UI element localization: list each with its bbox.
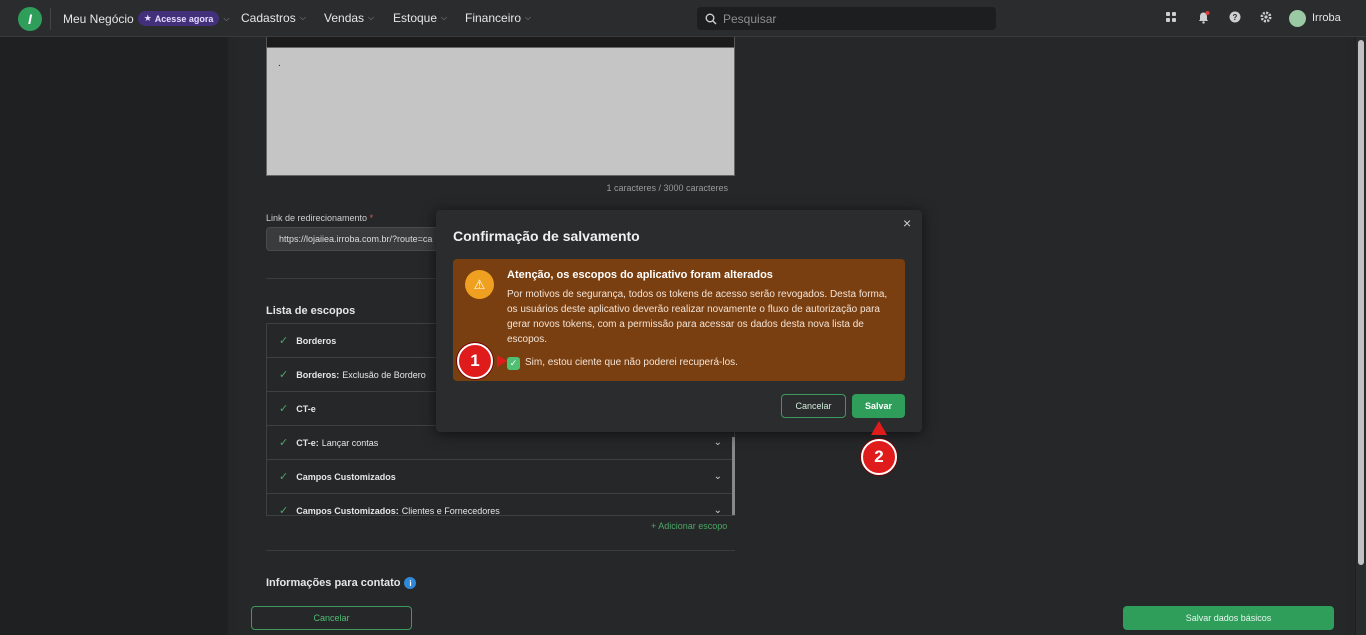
warning-icon: ⚠ (465, 270, 494, 299)
divider (266, 550, 735, 551)
chevron-down-icon[interactable]: ⌄ (714, 505, 722, 515)
topbar-divider (50, 8, 51, 30)
top-navigation-bar: I Meu Negócio ★ Acesse agora ⌵ Cadastros ⌵… (0, 0, 1366, 37)
app-logo[interactable]: I (18, 7, 42, 31)
scope-item[interactable]: ✓ Campos Customizados ⌄ (267, 460, 734, 494)
step-marker-2: 2 (861, 439, 897, 475)
page-scrollbar-thumb[interactable] (1358, 40, 1364, 565)
acknowledge-checkbox[interactable]: ✓ (507, 357, 520, 370)
textarea-value: . (278, 58, 281, 69)
textarea-toolbar (266, 37, 735, 47)
arrow-right-icon (497, 355, 507, 367)
cancel-button[interactable]: Cancelar (251, 606, 412, 630)
search-input[interactable]: Pesquisar (697, 7, 996, 30)
bell-icon[interactable] (1197, 11, 1210, 24)
scopes-title: Lista de escopos (266, 305, 356, 317)
save-basic-data-button[interactable]: Salvar dados básicos (1123, 606, 1334, 630)
add-scope-link[interactable]: + Adicionar escopo (651, 521, 727, 531)
redirect-link-input[interactable]: https://lojaiiea.irroba.com.br/?route=ca (266, 227, 446, 251)
char-counter: 1 caracteres / 3000 caracteres (606, 183, 728, 193)
check-icon: ✓ (279, 335, 289, 347)
check-icon: ✓ (279, 403, 289, 415)
business-menu[interactable]: Meu Negócio ★ Acesse agora ⌵ (63, 11, 229, 26)
arrow-up-icon (871, 421, 887, 435)
redirect-link-label: Link de redirecionamento * (266, 213, 374, 223)
info-icon[interactable]: i (404, 577, 417, 589)
scopes-scrollbar[interactable] (732, 437, 735, 515)
menu-cadastros[interactable]: Cadastros ⌵ (241, 11, 306, 25)
help-icon[interactable]: ? (1229, 11, 1241, 23)
check-icon: ✓ (279, 437, 289, 449)
alert-text: Por motivos de segurança, todos os token… (507, 289, 888, 345)
chevron-down-icon: ⌵ (368, 13, 375, 22)
scope-item[interactable]: ✓ Campos Customizados: Clientes e Forneced… (267, 494, 734, 516)
close-icon[interactable]: × (903, 215, 911, 231)
business-name: Meu Negócio (63, 11, 134, 26)
user-name[interactable]: Irroba (1312, 12, 1341, 24)
avatar[interactable] (1289, 10, 1306, 27)
search-icon (705, 13, 717, 24)
alert-title: Atenção, os escopos do aplicativo foram … (507, 269, 773, 281)
svg-text:?: ? (1233, 13, 1238, 22)
chevron-down-icon[interactable]: ⌄ (714, 437, 722, 448)
apps-icon[interactable] (1165, 11, 1177, 23)
gear-icon[interactable] (1260, 11, 1272, 23)
chevron-down-icon[interactable]: ⌄ (714, 471, 722, 482)
acknowledge-label[interactable]: Sim, estou ciente que não poderei recupe… (525, 357, 738, 368)
chevron-down-icon: ⌵ (223, 13, 230, 23)
check-icon: ✓ (279, 505, 289, 516)
step-marker-1: 1 (457, 343, 493, 379)
chevron-down-icon: ⌵ (299, 13, 306, 22)
search-placeholder: Pesquisar (723, 11, 777, 26)
description-textarea[interactable]: . (266, 47, 735, 176)
dialog-cancel-button[interactable]: Cancelar (781, 394, 846, 418)
contact-info-title: Informações para contato i (266, 577, 417, 589)
menu-financeiro[interactable]: Financeiro ⌵ (465, 11, 531, 25)
dialog-save-button[interactable]: Salvar (852, 394, 905, 418)
menu-estoque[interactable]: Estoque ⌵ (393, 11, 447, 25)
menu-vendas[interactable]: Vendas ⌵ (324, 11, 374, 25)
check-icon: ✓ (279, 471, 289, 483)
dialog-title: Confirmação de salvamento (453, 228, 640, 244)
check-icon: ✓ (279, 369, 289, 381)
chevron-down-icon: ⌵ (525, 13, 532, 22)
access-now-badge[interactable]: ★ Acesse agora (137, 11, 220, 26)
chevron-down-icon: ⌵ (441, 13, 448, 22)
